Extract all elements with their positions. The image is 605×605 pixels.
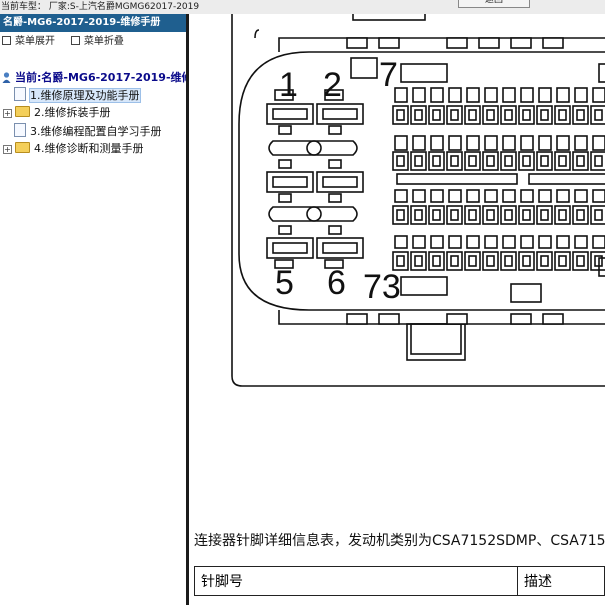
expand-toggle-icon[interactable]: +	[3, 145, 12, 154]
tree-item-label: 2.维修拆装手册	[34, 106, 111, 119]
tree-item-label: 3.维修编程配置自学习手册	[30, 125, 162, 138]
document-icon	[14, 123, 26, 137]
pin-label-7: 7	[379, 56, 398, 94]
column-header-description: 描述	[517, 566, 605, 596]
collapse-icon	[70, 36, 80, 45]
pin-table-caption: 连接器针脚详细信息表，发动机类别为CSA7152SDMP、CSA7152SDMP	[194, 533, 605, 549]
tree-item-diagnosis-manual[interactable]: +4.维修诊断和测量手册	[3, 141, 144, 157]
user-icon	[2, 72, 11, 83]
pin-label-73: 73	[363, 268, 401, 306]
pin-label-5: 5	[275, 264, 294, 302]
pin-label-1: 1	[279, 66, 298, 104]
top-info-bar: 当前车型： 厂家:S-上汽名爵MGMG62017-2019 返回	[0, 0, 605, 15]
pin-label-2: 2	[323, 66, 342, 104]
sidebar-toolbar: 菜单展开 菜单折叠	[0, 32, 186, 52]
folder-icon	[15, 142, 30, 153]
document-icon	[14, 87, 26, 101]
tree-root-label: 当前:名爵-MG6-2017-2019-维修手册	[15, 71, 186, 84]
tree-item-disassembly-manual[interactable]: +2.维修拆装手册	[3, 105, 111, 121]
tree-item-principle-manual[interactable]: 1.维修原理及功能手册	[14, 87, 141, 103]
connector-diagram: 1 2 7 5 6 73	[231, 14, 605, 387]
table-header-row: 针脚号 描述	[193, 566, 605, 596]
collapse-menu-button[interactable]: 菜单折叠	[70, 36, 124, 47]
tree-item-label: 1.维修原理及功能手册	[29, 88, 141, 103]
pin-label-6: 6	[327, 264, 346, 302]
content-pane: 1 2 7 5 6 73 连接器针脚详细信息表，发动机类别为CSA7152SDM…	[189, 14, 605, 605]
sidebar-title: 名爵-MG6-2017-2019-维修手册	[0, 14, 186, 32]
expand-menu-button[interactable]: 菜单展开	[2, 36, 55, 47]
tree-item-programming-manual[interactable]: 3.维修编程配置自学习手册	[14, 123, 162, 139]
folder-icon	[15, 106, 30, 117]
car-model-label: 当前车型： 厂家:S-上汽名爵MGMG62017-2019	[1, 2, 200, 12]
expand-icon	[2, 36, 11, 45]
top-back-button[interactable]: 返回	[458, 0, 530, 8]
column-header-pin-number: 针脚号	[193, 566, 519, 596]
pin-detail-table: 针脚号 描述	[193, 566, 605, 596]
expand-toggle-icon[interactable]: +	[3, 109, 12, 118]
sidebar: 名爵-MG6-2017-2019-维修手册 菜单展开 菜单折叠 当前:名爵-MG…	[0, 14, 187, 605]
tree-root[interactable]: 当前:名爵-MG6-2017-2019-维修手册	[2, 69, 186, 85]
tree-item-label: 4.维修诊断和测量手册	[34, 142, 144, 155]
